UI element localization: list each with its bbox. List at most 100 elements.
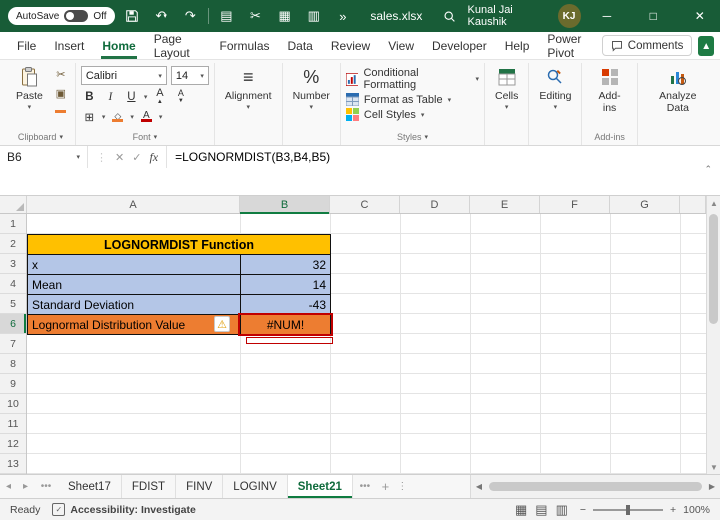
vertical-scrollbar[interactable]: ▲ ▼ — [706, 196, 720, 474]
paste-button[interactable]: Paste ▾ — [11, 63, 48, 115]
format-as-table-button[interactable]: Format as Table ▾ — [345, 93, 479, 106]
horizontal-scroll-thumb[interactable] — [489, 482, 702, 491]
undo-button[interactable]: ↶ ▾ — [150, 4, 173, 28]
sheet-tab-sheet17[interactable]: Sheet17 — [58, 475, 122, 498]
scroll-down-icon[interactable]: ▼ — [707, 460, 720, 474]
save-button[interactable] — [121, 4, 144, 28]
insert-function-button[interactable]: fx — [149, 150, 158, 165]
cell-a3[interactable]: x — [27, 254, 241, 275]
tab-view[interactable]: View — [379, 32, 423, 59]
row-header-2[interactable]: 2 — [0, 234, 26, 254]
toggle-icon[interactable] — [64, 10, 89, 22]
copy-button[interactable]: ▣ — [52, 85, 70, 101]
cell-a4[interactable]: Mean — [27, 274, 241, 295]
row-header-4[interactable]: 4 — [0, 274, 26, 294]
sheet-tab-sheet21-active[interactable]: Sheet21 — [287, 475, 353, 498]
column-header-a[interactable]: A — [27, 196, 240, 213]
collapse-formula-bar-icon[interactable]: ⌃ — [704, 164, 712, 175]
fill-color-button[interactable]: ◇ — [109, 108, 126, 125]
sheet-more-right[interactable]: ••• — [353, 475, 377, 498]
maximize-button[interactable]: □ — [633, 0, 673, 32]
underline-button[interactable]: U — [123, 88, 140, 105]
horizontal-scrollbar[interactable]: ◀ ▶ — [470, 475, 720, 498]
format-painter-button[interactable] — [52, 104, 70, 120]
sheet-grid[interactable]: LOGNORMDIST Function x 32 Mean 14 Standa… — [27, 214, 706, 474]
tab-developer[interactable]: Developer — [423, 32, 496, 59]
row-header-7[interactable]: 7 — [0, 334, 26, 354]
column-header-f[interactable]: F — [540, 196, 610, 213]
row-header-6[interactable]: 6 — [0, 314, 26, 334]
cell-a6[interactable]: Lognormal Distribution Value — [27, 314, 241, 335]
cell-b5[interactable]: -43 — [240, 294, 331, 315]
quick-access-icon-1[interactable]: ▤ — [215, 4, 238, 28]
quick-access-overflow[interactable]: » — [331, 4, 354, 28]
row-header-8[interactable]: 8 — [0, 354, 26, 374]
italic-button[interactable]: I — [102, 88, 119, 105]
borders-button[interactable]: ⊞ — [81, 108, 98, 125]
cut-button[interactable]: ✂ — [52, 66, 70, 82]
cell-a5[interactable]: Standard Deviation — [27, 294, 241, 315]
font-name-select[interactable]: Calibri ▾ — [80, 66, 167, 85]
row-header-13[interactable]: 13 — [0, 454, 26, 474]
accessibility-status[interactable]: ✓ Accessibility: Investigate — [52, 503, 196, 516]
share-button[interactable]: ▲ — [698, 36, 714, 56]
zoom-level[interactable]: 100% — [683, 504, 710, 516]
row-header-1[interactable]: 1 — [0, 214, 26, 234]
font-size-select[interactable]: 14 ▾ — [170, 66, 209, 85]
page-break-view-icon[interactable]: ▥ — [556, 502, 568, 518]
sheet-more-left[interactable]: ••• — [34, 475, 58, 498]
autosave-toggle[interactable]: AutoSave Off — [8, 7, 115, 25]
sheet-nav-left-icon[interactable]: ◂ — [0, 475, 17, 498]
bold-button[interactable]: B — [81, 88, 98, 105]
tab-formulas[interactable]: Formulas — [210, 32, 278, 59]
tab-power-pivot[interactable]: Power Pivot — [538, 32, 601, 60]
row-header-10[interactable]: 10 — [0, 394, 26, 414]
tab-file[interactable]: File — [8, 32, 45, 59]
decrease-font-button[interactable]: A ▼ — [172, 88, 189, 105]
cells-button[interactable]: Cells ▾ — [490, 63, 523, 115]
analyze-data-button[interactable]: Analyze Data — [643, 63, 713, 117]
column-header-b[interactable]: B — [240, 196, 330, 214]
row-header-5[interactable]: 5 — [0, 294, 26, 314]
formula-input[interactable]: =LOGNORMDIST(B3,B4,B5) — [167, 150, 338, 164]
tab-review[interactable]: Review — [322, 32, 379, 59]
quick-access-icon-2[interactable]: ▦ — [273, 4, 296, 28]
increase-font-button[interactable]: A ▲ — [151, 88, 168, 106]
redo-button[interactable]: ↷ — [179, 4, 202, 28]
row-header-9[interactable]: 9 — [0, 374, 26, 394]
column-header-e[interactable]: E — [470, 196, 540, 213]
conditional-formatting-button[interactable]: Conditional Formatting ▾ — [345, 67, 479, 91]
cell-a2-title[interactable]: LOGNORMDIST Function — [27, 234, 331, 255]
row-header-11[interactable]: 11 — [0, 414, 26, 434]
scroll-up-icon[interactable]: ▲ — [707, 196, 720, 210]
close-button[interactable]: ✕ — [680, 0, 720, 32]
new-sheet-button[interactable]: + — [377, 475, 394, 498]
zoom-out-icon[interactable]: − — [580, 504, 586, 516]
cell-b3[interactable]: 32 — [240, 254, 331, 275]
avatar[interactable]: KJ — [557, 4, 581, 28]
column-header-c[interactable]: C — [330, 196, 400, 213]
name-box[interactable]: B6 ▾ — [0, 146, 88, 168]
document-title[interactable]: sales.xlsx — [370, 9, 422, 23]
normal-view-icon[interactable]: ▦ — [515, 502, 527, 518]
row-header-3[interactable]: 3 — [0, 254, 26, 274]
sheet-nav-right-icon[interactable]: ▸ — [17, 475, 34, 498]
scroll-left-icon[interactable]: ◀ — [471, 482, 487, 491]
sheet-options-icon[interactable]: ⋮ — [394, 475, 411, 498]
sheet-tab-finv[interactable]: FINV — [176, 475, 224, 498]
sheet-tab-loginv[interactable]: LOGINV — [223, 475, 288, 498]
vertical-scroll-thumb[interactable] — [709, 214, 718, 324]
error-warning-icon[interactable]: ⚠ — [214, 316, 230, 332]
select-all-button[interactable] — [0, 196, 27, 213]
quick-access-icon-3[interactable]: ▥ — [302, 4, 325, 28]
enter-icon[interactable]: ✓ — [132, 151, 141, 164]
row-header-12[interactable]: 12 — [0, 434, 26, 454]
search-button[interactable] — [438, 4, 461, 28]
zoom-in-icon[interactable]: + — [670, 504, 676, 516]
page-layout-view-icon[interactable]: ▤ — [535, 502, 547, 518]
column-header-partial[interactable] — [680, 196, 706, 213]
column-header-d[interactable]: D — [400, 196, 470, 213]
alignment-button[interactable]: ≡ Alignment ▾ — [220, 63, 277, 115]
cell-styles-button[interactable]: Cell Styles ▾ — [345, 108, 479, 121]
tab-home[interactable]: Home — [93, 32, 144, 59]
